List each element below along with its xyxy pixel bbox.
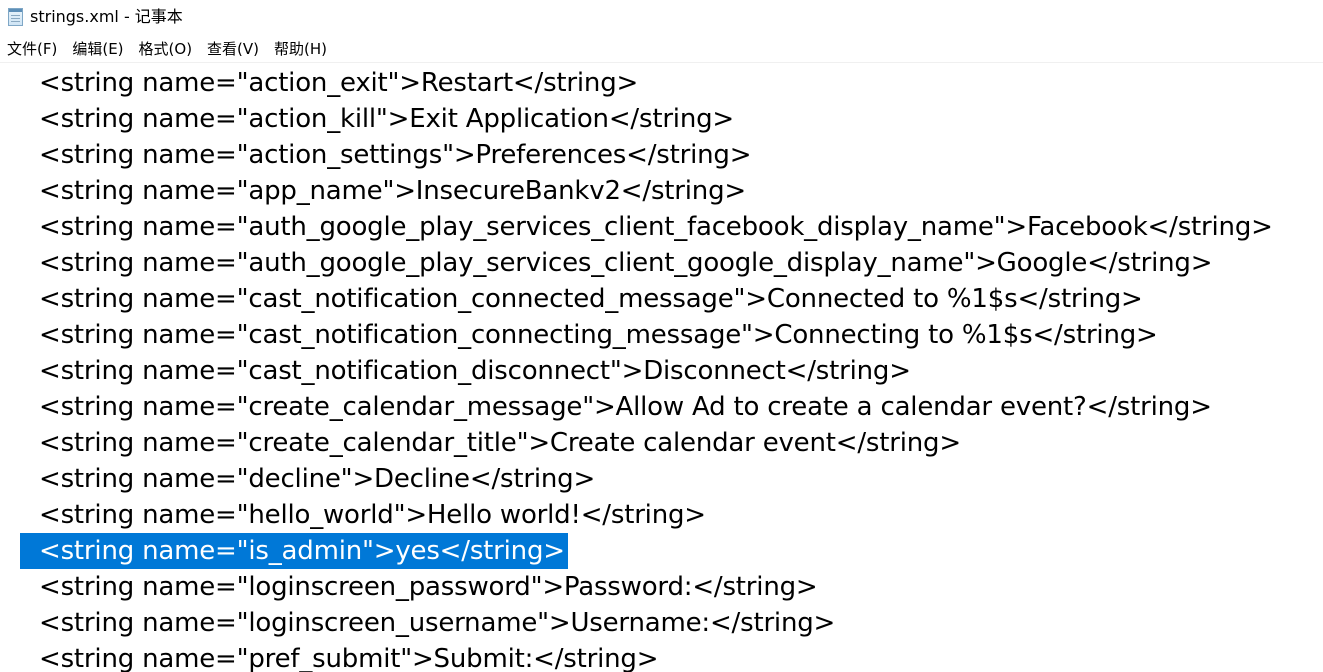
editor-line[interactable]: <string name="hello_world">Hello world!<…: [20, 497, 709, 533]
window-title: strings.xml - 记事本: [30, 7, 183, 26]
notepad-icon: [8, 8, 23, 26]
editor-line[interactable]: <string name="create_calendar_title">Cre…: [20, 425, 964, 461]
editor-line[interactable]: <string name="decline">Decline</string>: [20, 461, 598, 497]
editor-line[interactable]: <string name="app_name">InsecureBankv2</…: [20, 173, 749, 209]
menu-edit[interactable]: 编辑(E): [65, 37, 131, 61]
editor-line-selected[interactable]: <string name="is_admin">yes</string>: [20, 533, 568, 569]
editor-line[interactable]: <string name="cast_notification_connecte…: [20, 281, 1146, 317]
editor-line[interactable]: <string name="cast_notification_disconne…: [20, 353, 914, 389]
menu-view[interactable]: 查看(V): [200, 37, 267, 61]
notepad-window: strings.xml - 记事本 文件(F) 编辑(E) 格式(O) 查看(V…: [0, 0, 1323, 672]
menu-bar: 文件(F) 编辑(E) 格式(O) 查看(V) 帮助(H): [0, 36, 1323, 62]
editor-line[interactable]: <string name="auth_google_play_services_…: [20, 209, 1276, 245]
title-bar[interactable]: strings.xml - 记事本: [0, 0, 1323, 34]
editor-line[interactable]: <string name="create_calendar_message">A…: [20, 389, 1215, 425]
menu-format[interactable]: 格式(O): [132, 37, 201, 61]
editor-line[interactable]: <string name="cast_notification_connecti…: [20, 317, 1161, 353]
editor-line[interactable]: <string name="action_exit">Restart</stri…: [20, 65, 641, 101]
editor-line[interactable]: <string name="loginscreen_username">User…: [20, 605, 838, 641]
editor-line[interactable]: <string name="pref_submit">Submit:</stri…: [20, 641, 661, 672]
editor-line[interactable]: <string name="action_settings">Preferenc…: [20, 137, 754, 173]
menu-help[interactable]: 帮助(H): [267, 37, 335, 61]
editor-line[interactable]: <string name="auth_google_play_services_…: [20, 245, 1215, 281]
editor-line[interactable]: <string name="action_kill">Exit Applicat…: [20, 101, 737, 137]
editor-line[interactable]: <string name="loginscreen_password">Pass…: [20, 569, 820, 605]
menu-file[interactable]: 文件(F): [0, 37, 65, 61]
text-editor-area[interactable]: <string name="action_exit">Restart</stri…: [0, 63, 1323, 672]
